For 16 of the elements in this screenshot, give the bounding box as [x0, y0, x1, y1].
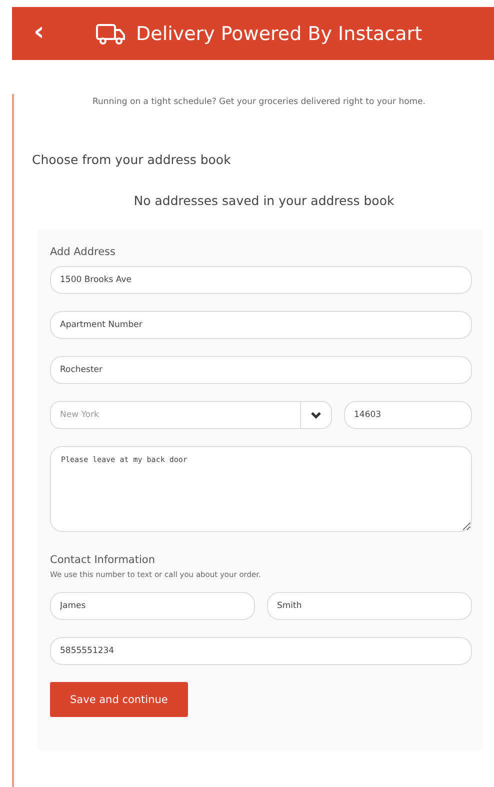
back-button[interactable]: ‹ — [30, 16, 48, 50]
contact-heading: Contact Information — [50, 554, 156, 566]
add-address-heading: Add Address — [50, 246, 116, 258]
header-title: Delivery Powered By Instacart — [136, 22, 422, 44]
zip-field[interactable]: 14603 — [344, 401, 472, 429]
tagline-text: Running on a tight schedule? Get your groceries delivered right to your home. — [91, 96, 426, 109]
apartment-field[interactable]: Apartment Number — [50, 311, 472, 339]
empty-message: No addresses saved in your address book — [132, 193, 396, 208]
phone-field[interactable]: 5855551234 — [50, 637, 472, 665]
last-name-field[interactable]: Smith — [267, 592, 472, 620]
chevron-down-icon — [311, 412, 321, 418]
save-button[interactable]: Save and continue — [50, 682, 188, 717]
street-field[interactable]: 1500 Brooks Ave — [50, 266, 472, 294]
truck-icon — [96, 22, 126, 44]
city-field[interactable]: Rochester — [50, 356, 472, 384]
address-book-heading: Choose from your address book — [32, 152, 232, 167]
